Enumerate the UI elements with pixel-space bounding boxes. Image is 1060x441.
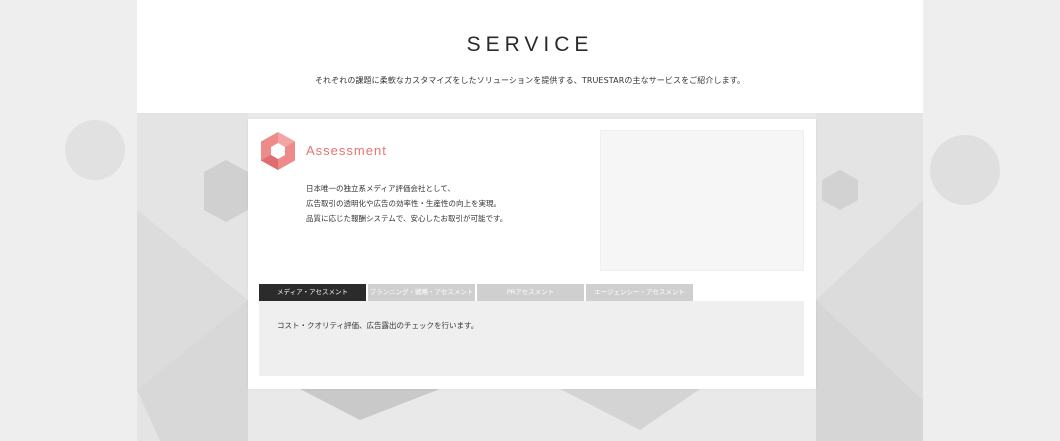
description-line: 品質に応じた報酬システムで、安心したお取引が可能です。	[306, 214, 508, 223]
service-description: 日本唯一の独立系メディア評価会社として、 広告取引の透明化や広告の効率性・生産性…	[306, 181, 507, 226]
tab-media-assessment[interactable]: メディア・アセスメント	[259, 284, 366, 305]
tab-panel-text: コスト・クオリティ評価、広告露出のチェックを行います。	[277, 321, 479, 330]
tab-planning-strategy-assessment[interactable]: プランニング・戦略・アセスメント	[368, 284, 475, 301]
page-subtitle: それぞれの課題に柔軟なカスタマイズをしたソリューションを提供する、TRUESTA…	[314, 76, 746, 85]
tab-pr-assessment[interactable]: PRアセスメント	[477, 284, 584, 301]
description-line: 日本唯一の独立系メディア評価会社として、	[306, 184, 455, 193]
service-image	[600, 130, 804, 271]
description-line: 広告取引の透明化や広告の効率性・生産性の向上を実現。	[306, 199, 501, 208]
tab-agency-assessment[interactable]: エージェンシー・アセスメント	[586, 284, 693, 301]
tab-panel: コスト・クオリティ評価、広告露出のチェックを行います。	[259, 301, 804, 376]
service-name: Assessment	[306, 143, 387, 158]
page-title: SERVICE	[466, 33, 594, 56]
assessment-tabs: メディア・アセスメント プランニング・戦略・アセスメント PRアセスメント エー…	[259, 284, 695, 305]
service-card: Assessment 日本唯一の独立系メディア評価会社として、 広告取引の透明化…	[248, 119, 816, 389]
service-header: SERVICE それぞれの課題に柔軟なカスタマイズをしたソリューションを提供する…	[137, 0, 923, 113]
hexagon-logo-icon	[261, 132, 295, 170]
